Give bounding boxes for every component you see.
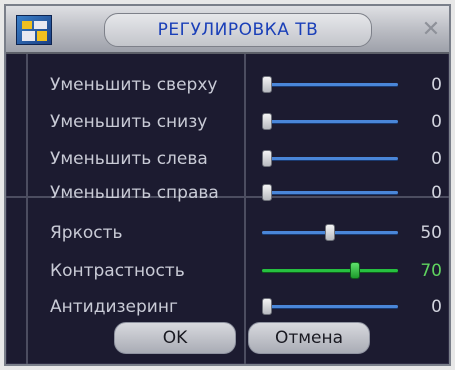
setting-row: Уменьшить сверху 0 xyxy=(6,70,449,100)
slider-thumb[interactable] xyxy=(262,76,272,93)
setting-label: Яркость xyxy=(50,223,123,243)
setting-value: 50 xyxy=(420,223,442,243)
setting-label: Уменьшить справа xyxy=(50,183,219,203)
setting-value: 0 xyxy=(431,183,442,203)
slider-thumb[interactable] xyxy=(262,184,272,201)
slider-track[interactable] xyxy=(262,120,398,123)
slider-thumb[interactable] xyxy=(262,298,272,315)
title-bar: РЕГУЛИРОВКА ТВ ✕ xyxy=(6,6,449,54)
setting-label: Уменьшить сверху xyxy=(50,75,218,95)
slider-track[interactable] xyxy=(262,157,398,160)
slider-track[interactable] xyxy=(262,305,398,308)
setting-row: Антидизеринг 0 xyxy=(6,292,449,322)
slider-thumb[interactable] xyxy=(262,150,272,167)
setting-value: 0 xyxy=(431,149,442,169)
setting-row: Яркость 50 xyxy=(6,218,449,248)
setting-label: Уменьшить слева xyxy=(50,149,208,169)
setting-row: Контрастность 70 xyxy=(6,256,449,286)
close-icon[interactable]: ✕ xyxy=(420,18,442,42)
setting-value: 0 xyxy=(431,75,442,95)
tv-adjust-dialog: РЕГУЛИРОВКА ТВ ✕ Уменьшить сверху 0 Уменьш… xyxy=(4,4,451,366)
dialog-title: РЕГУЛИРОВКА ТВ xyxy=(104,13,372,47)
slider-track[interactable] xyxy=(262,191,398,194)
setting-row: Уменьшить справа 0 xyxy=(6,178,449,208)
slider-thumb[interactable] xyxy=(325,224,335,241)
slider-track[interactable] xyxy=(262,83,398,86)
setting-label: Антидизеринг xyxy=(50,297,178,317)
slider-thumb[interactable] xyxy=(262,113,272,130)
ok-button[interactable]: OK xyxy=(114,322,236,354)
cancel-button[interactable]: Отмена xyxy=(248,322,370,354)
setting-label: Уменьшить снизу xyxy=(50,112,208,132)
setting-label: Контрастность xyxy=(50,261,185,281)
setting-value: 70 xyxy=(420,261,442,281)
app-logo-icon xyxy=(16,15,52,45)
setting-row: Уменьшить слева 0 xyxy=(6,144,449,174)
slider-track[interactable] xyxy=(262,269,398,272)
setting-value: 0 xyxy=(431,297,442,317)
slider-thumb[interactable] xyxy=(350,262,361,279)
setting-value: 0 xyxy=(431,112,442,132)
setting-row: Уменьшить снизу 0 xyxy=(6,107,449,137)
